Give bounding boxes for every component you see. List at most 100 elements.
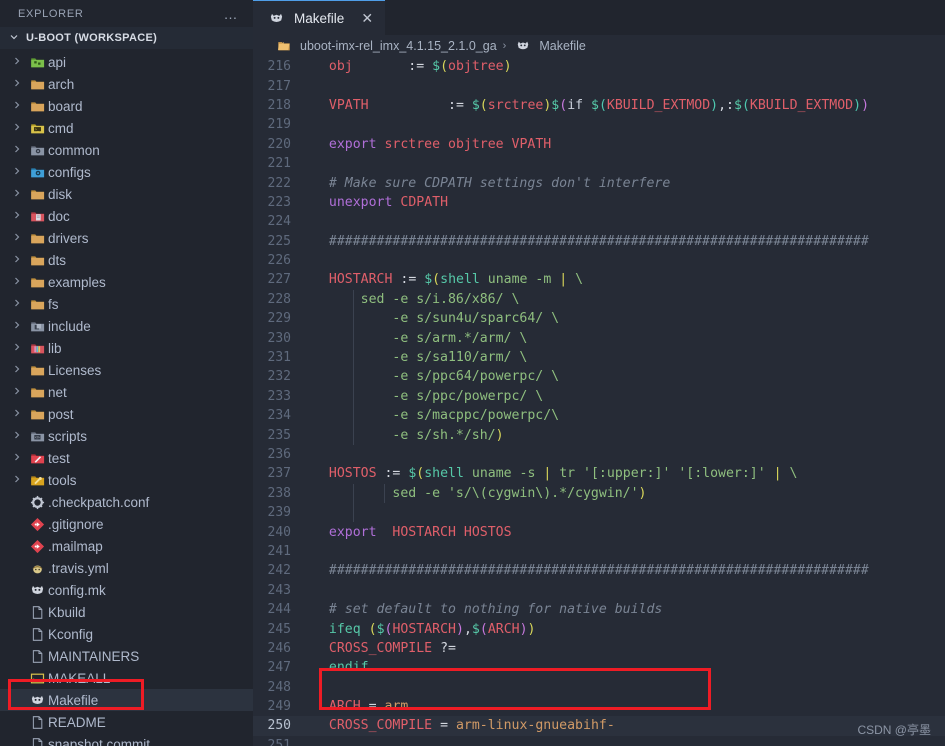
code-line[interactable]: 223 unexport CDPATH xyxy=(253,193,945,212)
code-line[interactable]: 219 xyxy=(253,115,945,134)
code-line[interactable]: 250 CROSS_COMPILE = arm-linux-gnueabihf- xyxy=(253,716,945,736)
code-line[interactable]: 236 xyxy=(253,445,945,464)
tree-item-lib[interactable]: lib xyxy=(0,337,253,359)
code-line[interactable]: 251 xyxy=(253,736,945,746)
tree-item-config-mk[interactable]: config.mk xyxy=(0,579,253,601)
folder-icon xyxy=(26,77,48,92)
code-line[interactable]: 220 export srctree objtree VPATH xyxy=(253,135,945,154)
tree-item-kconfig[interactable]: Kconfig xyxy=(0,623,253,645)
tree-item-common[interactable]: common xyxy=(0,139,253,161)
tree-item-disk[interactable]: disk xyxy=(0,183,253,205)
code-line[interactable]: 218 VPATH := $(srctree)$(if $(KBUILD_EXT… xyxy=(253,96,945,115)
tree-item-makeall[interactable]: >_ MAKEALL xyxy=(0,667,253,689)
tree-item-checkpatch-conf[interactable]: .checkpatch.conf xyxy=(0,491,253,513)
breadcrumb-file[interactable]: Makefile xyxy=(539,39,586,53)
line-number: 248 xyxy=(267,679,291,695)
tree-item-kbuild[interactable]: Kbuild xyxy=(0,601,253,623)
editor-area: Makefile ✕ uboot-imx-rel_imx_4.1.15_2.1.… xyxy=(253,0,945,746)
folder-icon xyxy=(26,407,48,422)
code-line[interactable]: 224 xyxy=(253,212,945,231)
makefile-icon xyxy=(512,39,534,53)
gear-icon xyxy=(26,495,48,510)
code-line[interactable]: 244 # set default to nothing for native … xyxy=(253,600,945,619)
code-line[interactable]: 248 xyxy=(253,678,945,697)
chevron-down-icon xyxy=(6,32,22,45)
workspace-root-row[interactable]: U-BOOT (WORKSPACE) xyxy=(0,27,253,49)
tree-item-scripts[interactable]: </> scripts xyxy=(0,425,253,447)
code-line[interactable]: 230 -e s/arm.*/arm/ \ xyxy=(253,328,945,348)
tree-item-fs[interactable]: fs xyxy=(0,293,253,315)
watermark: CSDN @亭墨 xyxy=(857,723,931,737)
tree-item-net[interactable]: net xyxy=(0,381,253,403)
code-line[interactable]: 232 -e s/ppc64/powerpc/ \ xyxy=(253,367,945,387)
breadcrumb-folder[interactable]: uboot-imx-rel_imx_4.1.15_2.1.0_ga xyxy=(300,39,497,53)
tree-item-readme[interactable]: README xyxy=(0,711,253,733)
code-line[interactable]: 216 obj := $(objtree) xyxy=(253,57,945,76)
tree-item-board[interactable]: board xyxy=(0,95,253,117)
tree-item-label: tools xyxy=(48,472,77,488)
code-line[interactable]: 217 xyxy=(253,76,945,95)
code-line[interactable]: 228 sed -e s/i.86/x86/ \ xyxy=(253,289,945,310)
code-line[interactable]: 242 ####################################… xyxy=(253,561,945,580)
tree-item-licenses[interactable]: Licenses xyxy=(0,359,253,381)
tree-item-gitignore[interactable]: .gitignore xyxy=(0,513,253,535)
code-line[interactable]: 243 xyxy=(253,581,945,600)
tree-item-label: disk xyxy=(48,186,73,202)
tree-item-examples[interactable]: examples xyxy=(0,271,253,293)
folder-icon xyxy=(26,363,48,378)
code-line[interactable]: 240 export HOSTARCH HOSTOS xyxy=(253,522,945,541)
tree-item-mailmap[interactable]: .mailmap xyxy=(0,535,253,557)
code-line[interactable]: 238 sed -e 's/\(cygwin\).*/cygwin/') xyxy=(253,483,945,503)
tree-item-maintainers[interactable]: MAINTAINERS xyxy=(0,645,253,667)
code-line[interactable]: 234 -e s/macppc/powerpc/\ xyxy=(253,406,945,426)
tree-item-makefile[interactable]: Makefile xyxy=(0,689,253,711)
code-line[interactable]: 231 -e s/sa110/arm/ \ xyxy=(253,347,945,368)
tree-item-include[interactable]: include xyxy=(0,315,253,337)
line-number: 235 xyxy=(267,427,291,443)
code-line[interactable]: 241 xyxy=(253,542,945,561)
tree-item-drivers[interactable]: drivers xyxy=(0,227,253,249)
tree-item-cmd[interactable]: >_ cmd xyxy=(0,117,253,139)
code-editor[interactable]: 216 obj := $(objtree) 217 218 VPATH := $(s… xyxy=(253,57,945,746)
folder-icon xyxy=(26,385,48,400)
code-text: ########################################… xyxy=(313,563,869,579)
code-line[interactable]: 229 -e s/sun4u/sparc64/ \ xyxy=(253,309,945,329)
code-line[interactable]: 246 CROSS_COMPILE ?= xyxy=(253,639,945,658)
code-line[interactable]: 235 -e s/sh.*/sh/) xyxy=(253,425,945,445)
tab-bar: Makefile ✕ xyxy=(253,0,945,35)
close-icon[interactable]: ✕ xyxy=(359,11,375,25)
tree-item-label: MAKEALL xyxy=(48,670,111,686)
code-line[interactable]: 227 HOSTARCH := $(shell uname -m | \ xyxy=(253,270,945,289)
tree-item-arch[interactable]: arch xyxy=(0,73,253,95)
line-number: 231 xyxy=(267,350,291,366)
tab-makefile[interactable]: Makefile ✕ xyxy=(253,0,386,35)
code-line[interactable]: 225 ####################################… xyxy=(253,232,945,251)
code-line[interactable]: 247 endif xyxy=(253,658,945,677)
tree-item-api[interactable]: api xyxy=(0,51,253,73)
breadcrumb-separator: › xyxy=(502,40,507,52)
explorer-more-actions-icon[interactable]: … xyxy=(224,7,240,21)
tree-item-snapshot-commit[interactable]: snapshot.commit xyxy=(0,733,253,746)
code-line[interactable]: 222 # Make sure CDPATH settings don't in… xyxy=(253,173,945,192)
code-line[interactable]: 239 xyxy=(253,502,945,523)
tree-item-configs[interactable]: configs xyxy=(0,161,253,183)
folder-icon xyxy=(26,99,48,114)
code-line[interactable]: 233 -e s/ppc/powerpc/ \ xyxy=(253,386,945,407)
tree-item-label: drivers xyxy=(48,230,89,246)
code-text: unexport CDPATH xyxy=(328,194,449,210)
code-line[interactable]: 221 xyxy=(253,154,945,173)
code-line[interactable]: 249 ARCH = arm xyxy=(253,697,945,716)
tree-item-travis-yml[interactable]: .travis.yml xyxy=(0,557,253,579)
tree-item-dts[interactable]: dts xyxy=(0,249,253,271)
chevron-right-icon xyxy=(8,342,26,355)
line-number: 230 xyxy=(267,330,291,346)
indent-guide xyxy=(352,347,354,368)
tree-item-tools[interactable]: tools xyxy=(0,469,253,491)
code-line[interactable]: 237 HOSTOS := $(shell uname -s | tr '[:u… xyxy=(253,464,945,483)
tree-item-doc[interactable]: doc xyxy=(0,205,253,227)
code-line[interactable]: 226 xyxy=(253,251,945,270)
code-line[interactable]: 245 ifeq ($(HOSTARCH),$(ARCH)) xyxy=(253,619,945,638)
tree-item-test[interactable]: test xyxy=(0,447,253,469)
code-text: -e s/macppc/powerpc/\ xyxy=(313,408,560,424)
tree-item-post[interactable]: post xyxy=(0,403,253,425)
